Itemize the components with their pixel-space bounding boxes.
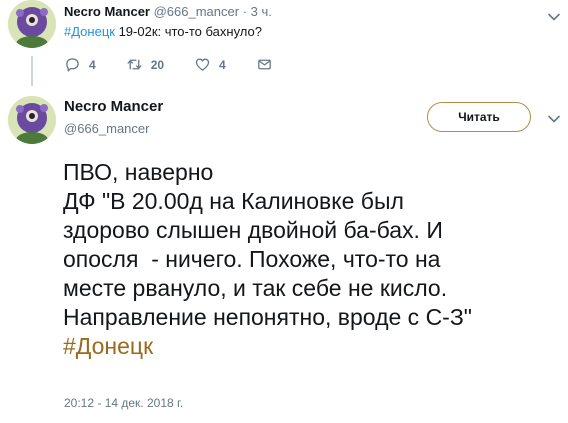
- tweet-text-line: здорово слышен двойной ба-бах. И: [63, 217, 443, 243]
- tweet-body: ПВО, наверно ДФ "В 20.00д на Калиновке б…: [63, 158, 563, 361]
- envelope-icon: [257, 59, 271, 70]
- reply-button[interactable]: 4: [64, 56, 96, 73]
- tweet-text: 19-02к: что-то бахнуло?: [114, 24, 262, 39]
- parent-tweet-text: #Донецк 19-02к: что-то бахнуло?: [64, 24, 262, 39]
- hashtag-link[interactable]: #Донецк: [64, 24, 115, 39]
- avatar-image: [8, 0, 56, 48]
- like-button[interactable]: 4: [194, 56, 226, 73]
- author-handle[interactable]: @666_mancer: [64, 121, 149, 136]
- author-handle[interactable]: @666_mancer: [154, 4, 239, 19]
- tweet-text-line: Направление непонятно, вроде с С-З": [63, 304, 472, 330]
- author-name[interactable]: Necro Mancer: [64, 4, 150, 19]
- follow-button[interactable]: Читать: [427, 102, 531, 132]
- chevron-down-icon[interactable]: [547, 10, 561, 24]
- separator-dot: ·: [242, 4, 248, 19]
- tweet-text-line: ПВО, наверно: [63, 159, 214, 185]
- thread-line: [31, 56, 33, 86]
- tweet-text-line: ДФ "В 20.00д на Калиновке был: [63, 188, 404, 214]
- hashtag-link[interactable]: #Донецк: [63, 332, 563, 361]
- tweet-timestamp[interactable]: 20:12 - 14 дек. 2018 г.: [64, 396, 183, 410]
- tweet-time[interactable]: 3 ч.: [251, 4, 272, 19]
- avatar[interactable]: [8, 96, 56, 144]
- avatar[interactable]: [8, 0, 56, 48]
- chevron-down-icon[interactable]: [547, 112, 561, 126]
- like-count: 4: [219, 57, 226, 72]
- retweet-count: 20: [150, 57, 165, 72]
- direct-message-button[interactable]: [256, 56, 281, 73]
- retweet-icon: [127, 59, 142, 70]
- heart-icon: [195, 58, 210, 71]
- reply-count: 4: [89, 57, 96, 72]
- author-name[interactable]: Necro Mancer: [64, 98, 163, 115]
- reply-icon: [66, 58, 79, 72]
- parent-tweet-header: Necro Mancer @666_mancer · 3 ч.: [64, 4, 272, 19]
- avatar-image: [8, 96, 56, 144]
- tweet-text-line: опосля - ничего. Похоже, что-то на: [63, 246, 441, 272]
- tweet-text-line: месте рвануло, и так себе не кисло.: [63, 275, 448, 301]
- tweet-actions: 4 20 4: [64, 56, 311, 73]
- retweet-button[interactable]: 20: [126, 56, 164, 73]
